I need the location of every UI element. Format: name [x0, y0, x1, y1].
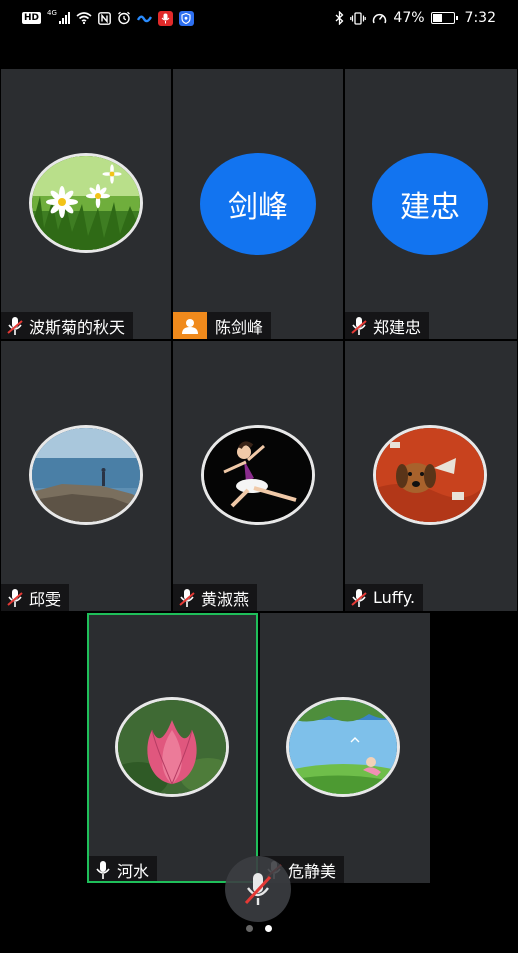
- recording-app-icon: [157, 10, 173, 26]
- participant-tile[interactable]: 危静美: [260, 613, 430, 883]
- toggle-mic-button[interactable]: [225, 856, 291, 922]
- mic-muted-icon: [345, 312, 373, 339]
- speed-gauge-icon: [373, 13, 387, 24]
- battery-icon: [430, 12, 458, 24]
- mic-muted-icon: [1, 584, 29, 611]
- participant-name: 河水: [117, 861, 150, 881]
- participant-tile[interactable]: 剑峰 陈剑峰: [173, 69, 343, 339]
- app-wave-icon: [136, 15, 152, 23]
- network-gen-label: 4G: [47, 9, 57, 17]
- mic-muted-icon: [244, 873, 272, 905]
- participant-avatar: 建忠: [372, 153, 488, 255]
- participant-avatar: 剑峰: [200, 153, 316, 255]
- participant-nameplate: 邱雯: [1, 584, 70, 611]
- page-dot-2-active[interactable]: [265, 925, 272, 932]
- vibrate-icon: [350, 11, 367, 25]
- participant-name: 黄淑燕: [201, 589, 250, 609]
- hd-network-label: HD: [22, 12, 42, 24]
- participant-tile[interactable]: Luffy.: [345, 341, 517, 611]
- page-dot-1[interactable]: [246, 925, 253, 932]
- participant-name: Luffy.: [373, 588, 416, 607]
- mic-muted-icon: [173, 584, 201, 611]
- shield-app-icon: [178, 10, 194, 26]
- participant-avatar: [286, 697, 400, 797]
- nfc-icon: [98, 11, 111, 25]
- landscape-avatar-image: [289, 700, 397, 794]
- page-indicator: [0, 925, 518, 932]
- status-right: 47% 7:32: [335, 10, 496, 26]
- participant-nameplate: 陈剑峰: [173, 312, 272, 339]
- participant-tile[interactable]: 建忠 郑建忠: [345, 69, 517, 339]
- status-left: HD 4G: [22, 9, 194, 26]
- mic-muted-icon: [345, 584, 373, 611]
- dog-avatar-image: [376, 428, 484, 522]
- participant-tile[interactable]: 波斯菊的秋天: [1, 69, 171, 339]
- dancer-avatar-image: [204, 428, 312, 522]
- mic-muted-icon: [1, 312, 29, 339]
- participant-tile-active[interactable]: 河水: [87, 613, 258, 883]
- signal-icon: [58, 12, 70, 24]
- participant-tile[interactable]: 邱雯: [1, 341, 171, 611]
- participant-nameplate: Luffy.: [345, 584, 424, 611]
- seaside-avatar-image: [32, 428, 140, 522]
- alarm-icon: [117, 11, 130, 25]
- participant-name: 陈剑峰: [215, 317, 264, 337]
- participant-avatar: [201, 425, 315, 525]
- battery-percent: 47%: [393, 10, 425, 26]
- bluetooth-icon: [335, 11, 344, 25]
- wifi-icon: [76, 12, 92, 24]
- host-person-icon: [173, 312, 207, 339]
- clock-time: 7:32: [464, 10, 496, 26]
- participant-name: 郑建忠: [373, 317, 422, 337]
- mic-on-icon: [89, 856, 117, 881]
- participant-nameplate: 郑建忠: [345, 312, 430, 339]
- participant-nameplate: 波斯菊的秋天: [1, 312, 134, 339]
- lotus-avatar-image: [118, 700, 226, 794]
- participant-name: 危静美: [288, 861, 337, 881]
- participant-nameplate: 河水: [89, 856, 158, 881]
- participant-avatar: [29, 153, 143, 253]
- daisy-avatar-image: [32, 156, 140, 250]
- status-bar: HD 4G 47% 7:32: [0, 0, 518, 36]
- participant-tile[interactable]: 黄淑燕: [173, 341, 343, 611]
- participant-name: 波斯菊的秋天: [29, 317, 126, 337]
- participant-avatar: [115, 697, 229, 797]
- participant-avatar: [373, 425, 487, 525]
- participant-avatar: [29, 425, 143, 525]
- participant-nameplate: 黄淑燕: [173, 584, 258, 611]
- participant-name: 邱雯: [29, 589, 62, 609]
